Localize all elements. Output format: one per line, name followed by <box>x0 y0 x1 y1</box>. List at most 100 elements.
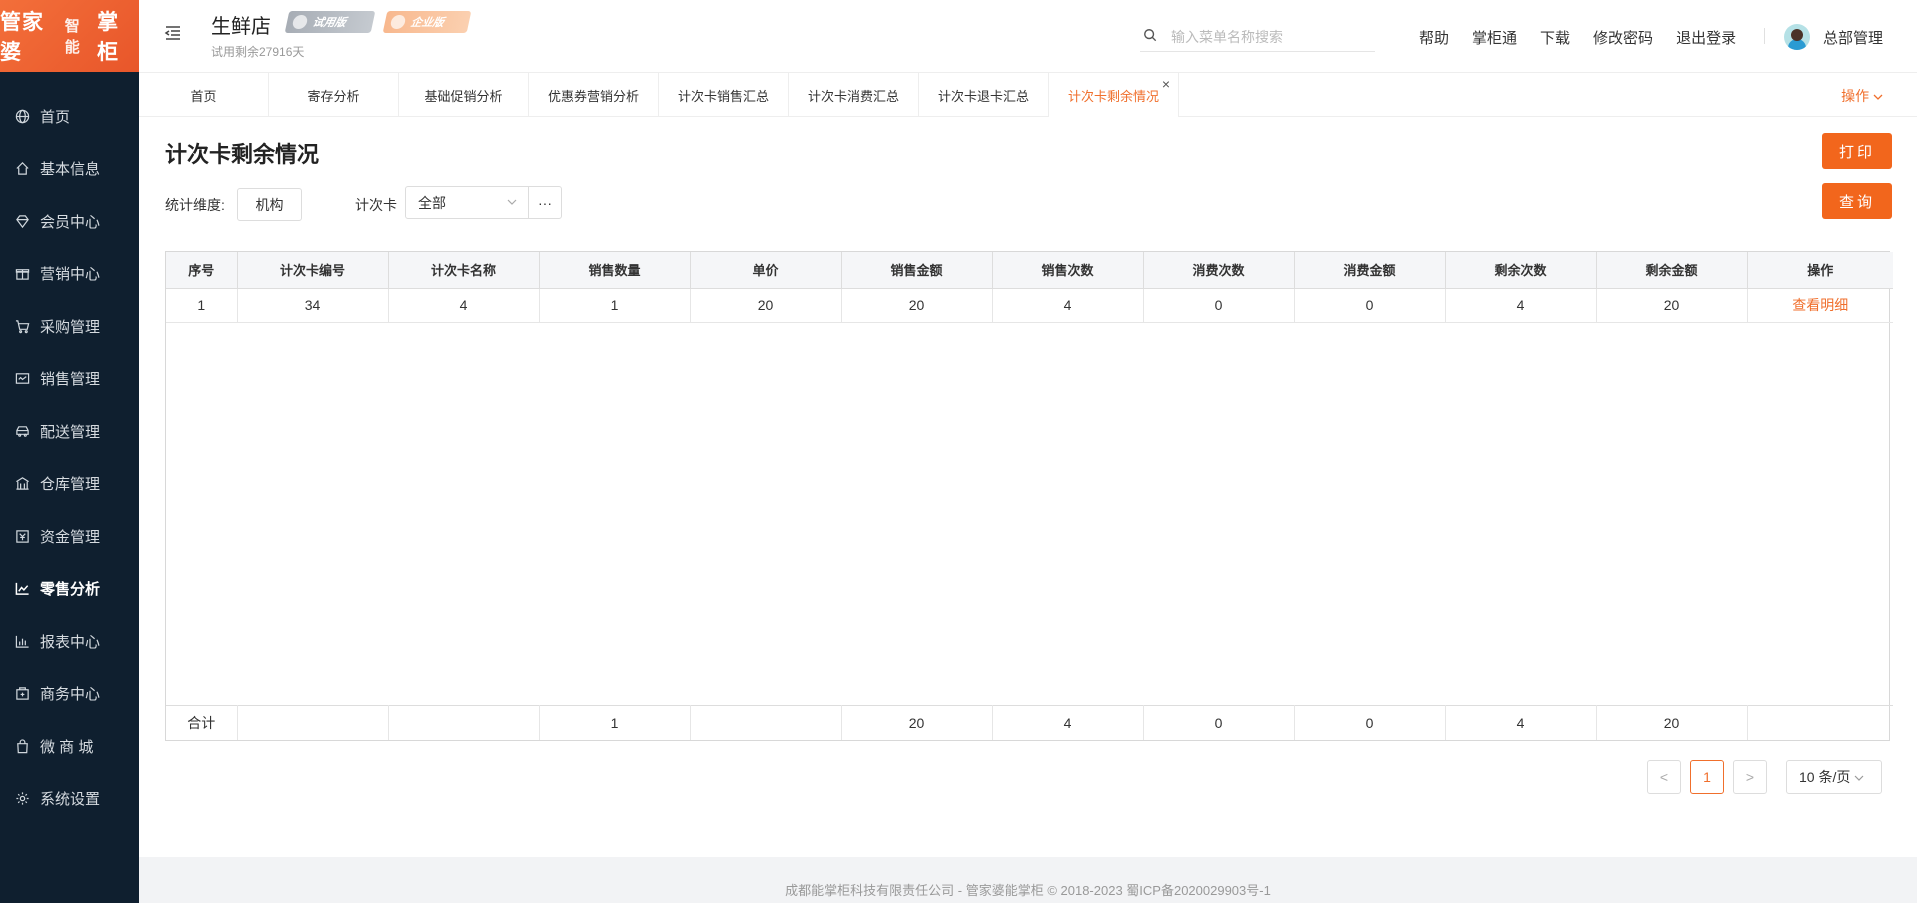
sidebar-item-sales[interactable]: 销售管理 <box>0 353 139 406</box>
trial-badge: 试用版 <box>284 11 376 33</box>
footer: 成都能掌柜科技有限责任公司 - 管家婆能掌柜 © 2018-2023 蜀ICP备… <box>139 857 1917 903</box>
gear-icon <box>14 791 30 807</box>
gift-icon <box>14 266 30 282</box>
table-cell: 4 <box>992 704 1144 740</box>
tab-coupon-analysis[interactable]: 优惠券营销分析 <box>529 73 659 117</box>
search-icon <box>1143 28 1159 45</box>
help-link[interactable]: 帮助 <box>1419 27 1449 48</box>
tab-deposit-analysis[interactable]: 寄存分析 <box>269 73 399 117</box>
dimension-label: 统计维度: <box>165 197 225 213</box>
chevron-down-icon <box>506 195 518 211</box>
sidebar-item-label: 营销中心 <box>40 266 101 284</box>
table-cell: 4 <box>388 288 540 323</box>
table-cell: 0 <box>1294 288 1446 323</box>
sidebar-item-label: 报表中心 <box>40 633 101 651</box>
col-header: 剩余次数 <box>1445 252 1597 289</box>
sidebar-item-label: 配送管理 <box>40 423 101 441</box>
col-header: 计次卡编号 <box>237 252 389 289</box>
table-cell: 4 <box>1445 288 1597 323</box>
col-header: 消费金额 <box>1294 252 1446 289</box>
table-cell: 20 <box>690 288 842 323</box>
car-icon <box>14 423 30 439</box>
print-button[interactable]: 打印 <box>1822 133 1892 169</box>
tab-card-consume-summary[interactable]: 计次卡消费汇总 <box>789 73 919 117</box>
sidebar-item-label: 商务中心 <box>40 686 101 704</box>
prev-page-button[interactable]: < <box>1647 760 1681 794</box>
table-cell: 20 <box>1596 704 1748 740</box>
col-header: 销售金额 <box>841 252 993 289</box>
page-size-select[interactable]: 10 条/页 <box>1786 760 1882 794</box>
sidebar-item-home[interactable]: 首页 <box>0 90 139 143</box>
sidebar-item-label: 销售管理 <box>40 371 101 389</box>
table-header-row: 序号 计次卡编号 计次卡名称 销售数量 单价 销售金额 销售次数 消费次数 消费… <box>166 252 1893 289</box>
query-button[interactable]: 查询 <box>1822 183 1892 219</box>
sidebar-item-mall[interactable]: 微 商 城 <box>0 720 139 773</box>
more-options-button[interactable]: ··· <box>528 186 562 219</box>
sidebar-item-finance[interactable]: 资金管理 <box>0 510 139 563</box>
user-name[interactable]: 总部管理 <box>1823 27 1883 48</box>
operations-dropdown[interactable]: 操作 <box>1841 86 1883 106</box>
chevron-down-icon <box>1854 769 1864 785</box>
table-cell: 0 <box>1143 288 1295 323</box>
table-cell: 4 <box>992 288 1144 323</box>
tab-card-sales-summary[interactable]: 计次卡销售汇总 <box>659 73 789 117</box>
table-cell: 1 <box>539 288 691 323</box>
card-select[interactable]: 全部 <box>405 186 529 219</box>
col-header: 销售数量 <box>539 252 691 289</box>
chart-icon <box>14 581 30 597</box>
sidebar-item-business[interactable]: 商务中心 <box>0 668 139 721</box>
menu-toggle-icon[interactable] <box>164 24 182 42</box>
sidebar-item-label: 首页 <box>40 108 71 126</box>
diamond-icon <box>14 213 30 229</box>
logout-link[interactable]: 退出登录 <box>1676 27 1736 48</box>
data-table: 序号 计次卡编号 计次卡名称 销售数量 单价 销售金额 销售次数 消费次数 消费… <box>165 251 1893 741</box>
store-name: 生鲜店 <box>211 16 271 38</box>
table-row: 1 34 4 1 20 20 4 0 0 4 20 查看明细 <box>166 288 1893 323</box>
top-links: 帮助 掌柜通 下载 修改密码 退出登录 <box>1419 27 1759 48</box>
avatar[interactable] <box>1784 24 1810 50</box>
zhanggui-tong-link[interactable]: 掌柜通 <box>1472 27 1517 48</box>
home-icon <box>14 161 30 177</box>
search-input[interactable] <box>1171 28 1371 45</box>
table-cell: 1 <box>166 288 238 323</box>
dimension-option-org[interactable]: 机构 <box>237 188 302 221</box>
sidebar-item-warehouse[interactable]: 仓库管理 <box>0 458 139 511</box>
col-header: 序号 <box>166 252 238 289</box>
totals-row: 合计 1 20 4 0 0 4 20 <box>166 704 1893 740</box>
tab-card-remaining[interactable]: 计次卡剩余情况 × <box>1049 73 1179 117</box>
close-icon[interactable]: × <box>1162 76 1170 92</box>
bag-icon <box>14 738 30 754</box>
sidebar-item-settings[interactable]: 系统设置 <box>0 773 139 826</box>
table-cell <box>1747 704 1893 740</box>
logo-tail: 掌柜 <box>97 10 120 64</box>
next-page-button[interactable]: > <box>1733 760 1767 794</box>
col-header: 单价 <box>690 252 842 289</box>
table-cell: 4 <box>1445 704 1597 740</box>
page-tabs: 首页 寄存分析 基础促销分析 优惠券营销分析 计次卡销售汇总 计次卡消费汇总 计… <box>139 73 1917 117</box>
sidebar-item-delivery[interactable]: 配送管理 <box>0 405 139 458</box>
tab-basic-promotion[interactable]: 基础促销分析 <box>399 73 529 117</box>
sidebar-item-basic-info[interactable]: 基本信息 <box>0 143 139 196</box>
sidebar-item-label: 零售分析 <box>40 581 101 599</box>
table-cell: 合计 <box>166 704 238 740</box>
download-link[interactable]: 下载 <box>1540 27 1570 48</box>
business-icon <box>14 686 30 702</box>
view-detail-link[interactable]: 查看明细 <box>1792 297 1848 313</box>
table-cell: 20 <box>841 288 993 323</box>
card-filter-label: 计次卡 <box>355 197 397 213</box>
col-header: 消费次数 <box>1143 252 1295 289</box>
table-cell <box>690 704 842 740</box>
sidebar-item-retail-analysis[interactable]: 零售分析 <box>0 563 139 616</box>
page-1-button[interactable]: 1 <box>1690 760 1724 794</box>
sidebar-item-marketing[interactable]: 营销中心 <box>0 248 139 301</box>
sidebar-item-reports[interactable]: 报表中心 <box>0 615 139 668</box>
change-password-link[interactable]: 修改密码 <box>1593 27 1653 48</box>
col-header: 计次卡名称 <box>388 252 540 289</box>
sidebar-item-purchase[interactable]: 采购管理 <box>0 300 139 353</box>
sidebar-item-member[interactable]: 会员中心 <box>0 195 139 248</box>
sales-icon <box>14 371 30 387</box>
tab-home[interactable]: 首页 <box>139 73 269 117</box>
tab-card-refund-summary[interactable]: 计次卡退卡汇总 <box>919 73 1049 117</box>
top-header: 生鲜店 试用版 企业版 试用剩余27916天 帮助 掌柜通 下载 修改密码 退出… <box>139 0 1917 73</box>
table-cell: 0 <box>1294 704 1446 740</box>
